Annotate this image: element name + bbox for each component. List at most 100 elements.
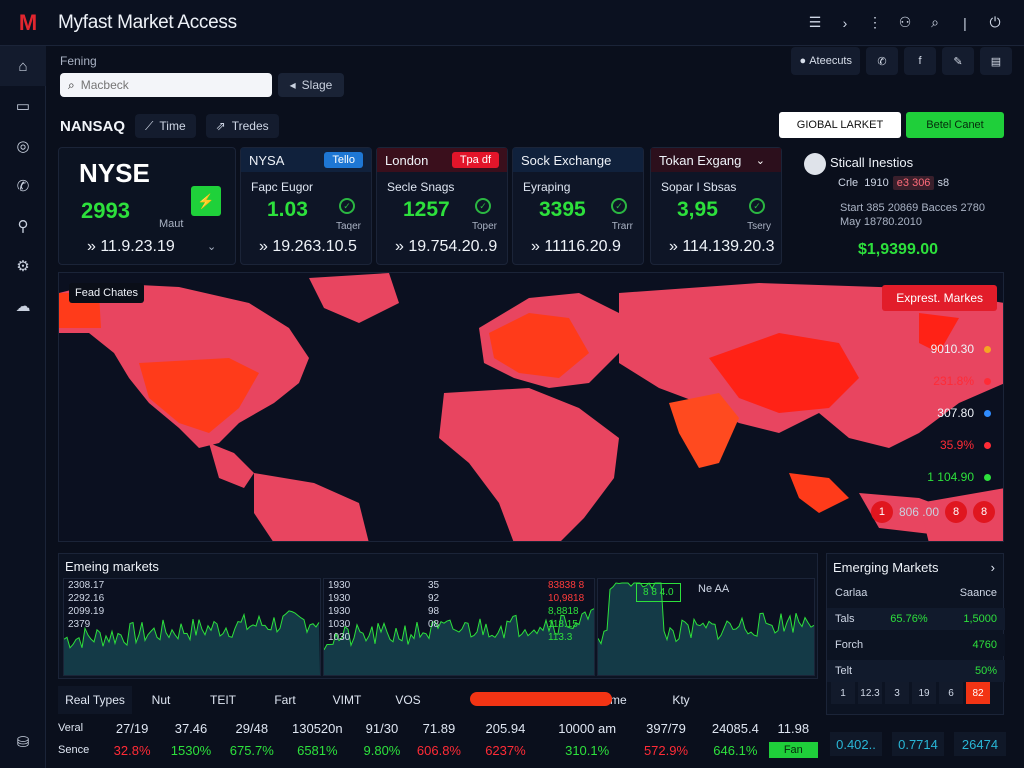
chart-label: 118.15 xyxy=(548,619,578,630)
table-cell: Sence xyxy=(58,744,90,756)
tab[interactable]: Real Types xyxy=(58,686,132,714)
doc-button[interactable]: ▤ xyxy=(980,47,1012,75)
search-box[interactable]: ⌕ xyxy=(60,73,272,97)
tab[interactable]: Kty xyxy=(644,686,718,714)
card-value: 1257 xyxy=(403,198,450,221)
tab[interactable]: Nut xyxy=(132,686,190,714)
settings-icon[interactable]: ⚙ xyxy=(0,246,46,286)
tab[interactable]: Fart xyxy=(256,686,314,714)
bell-icon: ● xyxy=(799,55,810,67)
chart-1[interactable]: 2308.17 2292.16 2099.19 2379 xyxy=(63,578,321,676)
app-title: Myfast Market Access xyxy=(58,11,237,33)
app-root: M Myfast Market Access ☰ › ⋮ ⚇ ⌕ | ⏻ ⌂ ▭… xyxy=(0,0,1024,768)
nyse-card[interactable]: NYSE 2993 ⚡ Maut » 11.9.23.19 ⌄ xyxy=(58,147,236,265)
avatar[interactable] xyxy=(804,153,826,175)
page-button[interactable]: 19 xyxy=(912,682,936,704)
card-name: NYSE xyxy=(79,158,150,188)
cloud-icon[interactable]: ☁ xyxy=(0,286,46,326)
search-icon[interactable]: ⌕ xyxy=(920,8,950,38)
table-cell: 91/30 xyxy=(365,720,399,736)
world-map[interactable]: Fead Chates Exprest. Markes 9010.30 231.8… xyxy=(58,272,1004,542)
map-control-a[interactable]: 1 xyxy=(870,501,893,523)
page-button[interactable]: 12.3 xyxy=(858,682,882,704)
check-icon: ✓ xyxy=(339,198,355,214)
emerging-right-panel: Emerging Markets › Carlaa Saance Tals 65.7… xyxy=(826,553,1005,715)
emerging-right-title: Emerging Markets xyxy=(833,560,939,575)
menu-icon[interactable]: ☰ xyxy=(800,8,830,38)
card-icon[interactable]: ▭ xyxy=(0,86,46,126)
trades-chip[interactable]: ⇗ Tredes xyxy=(205,114,279,138)
table-cell[interactable]: Fan xyxy=(768,742,818,758)
list-item[interactable]: Forch 4760 xyxy=(827,634,1005,656)
card-price: » 19.754.20..9 xyxy=(395,238,498,255)
list-item[interactable]: Telt 50% xyxy=(827,660,1005,682)
map-control-d[interactable]: 8 xyxy=(973,501,995,523)
page-button[interactable]: 82 xyxy=(966,682,990,704)
card-tag[interactable]: Tpa df xyxy=(451,152,499,168)
stage-button[interactable]: ◂ Slage xyxy=(278,73,344,97)
chart-3[interactable]: 8 8 4.0 Ne AA xyxy=(597,578,815,676)
card-mini: Tsery xyxy=(747,221,771,232)
exchange-card[interactable]: London Tpa df Secle Snags 1257 ✓ Toper » … xyxy=(376,147,508,265)
map-control-c[interactable]: 8 xyxy=(945,501,967,523)
clock-icon: ⟋ xyxy=(145,118,154,133)
map-badge[interactable]: Exprest. Markes xyxy=(882,285,997,311)
chart-label: 2379 xyxy=(68,619,91,630)
tab[interactable]: TEIT xyxy=(190,686,256,714)
chart-2-labels-mid: 35 92 98 08 xyxy=(428,579,439,631)
legend-item: 1 104.90 xyxy=(901,461,991,493)
chevron-right-icon[interactable]: › xyxy=(830,8,860,38)
table-cell: 9.80% xyxy=(363,742,401,758)
card-tag[interactable]: ⌄ xyxy=(748,152,773,169)
global-market-button[interactable]: GIOBAL LARKET xyxy=(779,112,901,138)
globe-icon[interactable]: ◎ xyxy=(0,126,46,166)
table-cell: 1530% xyxy=(170,742,212,758)
page-button[interactable]: 1 xyxy=(831,682,855,704)
power-icon[interactable]: ⏻ xyxy=(980,8,1010,38)
page-button[interactable]: 6 xyxy=(939,682,963,704)
chart-label: 98 xyxy=(428,606,440,617)
accounts-button[interactable]: ● Ateecuts xyxy=(791,47,860,75)
chevron-down-icon[interactable]: ⌄ xyxy=(207,240,216,253)
legend-value: 307.80 xyxy=(937,406,974,420)
speaker-icon: ◂ xyxy=(289,78,296,92)
search-input[interactable] xyxy=(80,78,251,92)
row-value: 50% xyxy=(974,665,997,677)
list-item[interactable]: Tals 65.76% 1,5000 xyxy=(827,608,1005,630)
phone-icon[interactable]: ✆ xyxy=(0,166,46,206)
table-cell: 29/48 xyxy=(235,720,269,736)
chart-2[interactable]: 1930 1930 1930 1030 1030 35 92 98 08 83838 8 10,… xyxy=(323,578,595,676)
phone-button[interactable]: ✆ xyxy=(866,47,898,75)
bag-icon[interactable]: ⛁ xyxy=(0,722,46,762)
facebook-button[interactable]: f xyxy=(904,47,936,75)
progress-bar[interactable] xyxy=(470,692,612,706)
tab[interactable]: VIMT xyxy=(314,686,380,714)
row-value: 4760 xyxy=(972,639,997,651)
bolt-button[interactable]: ⚡ xyxy=(191,186,221,216)
right-bottom: 0.402.. 0.7714 26474 xyxy=(830,732,1006,756)
emerging-right-head: Carlaa Saance xyxy=(835,587,997,599)
tab[interactable]: VOS xyxy=(380,686,436,714)
home-icon[interactable]: ⌂ xyxy=(0,46,46,86)
card-price: » 19.263.10.5 xyxy=(259,238,357,255)
legend-dot xyxy=(984,441,991,449)
chart-label: 83838 8 xyxy=(548,580,585,591)
page-button[interactable]: 3 xyxy=(885,682,909,704)
chart-label: 08 xyxy=(428,619,440,630)
more-vert-icon[interactable]: ⋮ xyxy=(860,8,890,38)
exchange-card[interactable]: Sock Exchange Eyraping 3395 ✓ Trarr » 11… xyxy=(512,147,644,265)
green-action-button[interactable]: Betel Canet xyxy=(906,112,1004,138)
person-icon[interactable]: ⚇ xyxy=(890,8,920,38)
table-cell: 646.1% xyxy=(713,742,758,758)
card-head: NYSA Tello xyxy=(241,148,371,172)
edit-button[interactable]: ✎ xyxy=(942,47,974,75)
exchange-card[interactable]: NYSA Tello Fapc Eugor 1.03 ✓ Taqer » 19.2… xyxy=(240,147,372,265)
funnel-icon[interactable]: ⚲ xyxy=(0,206,46,246)
table-cell: 27/19 xyxy=(115,720,149,736)
card-tag[interactable]: Tello xyxy=(324,152,363,168)
legend-item: 35.9% xyxy=(901,429,991,461)
exchange-card[interactable]: Tokan Exgang ⌄ Sopar I Sbsas 3,95 ✓ Tsery… xyxy=(650,147,782,265)
chevron-right-icon[interactable]: › xyxy=(991,560,995,575)
time-chip[interactable]: ⟋ Time xyxy=(135,114,196,138)
table-cell: 205.94 xyxy=(485,720,526,736)
